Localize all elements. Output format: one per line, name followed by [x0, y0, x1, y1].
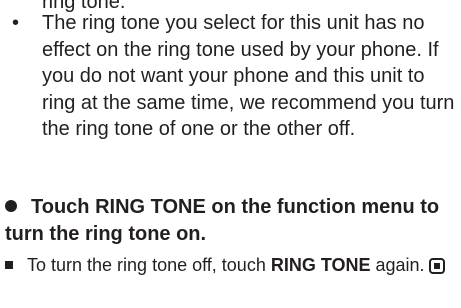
- sub-note: To turn the ring tone off, touch RING TO…: [5, 252, 457, 279]
- sub-note-suffix: again.: [370, 255, 425, 275]
- bullet-icon: •: [12, 12, 20, 34]
- step-heading: Touch RING TONE on the function menu to …: [5, 194, 457, 248]
- sub-note-prefix: To turn the ring tone off, touch: [27, 255, 271, 275]
- step-bullet-icon: [5, 200, 17, 212]
- end-of-section-icon: [428, 258, 445, 274]
- step-heading-text: Touch RING TONE on the function menu to …: [5, 196, 440, 245]
- sub-note-bold-label: RING TONE: [270, 255, 371, 275]
- manual-page: ring tone. • The ring tone you select fo…: [0, 0, 461, 308]
- instruction-step: Touch RING TONE on the function menu to …: [5, 194, 457, 248]
- note-text: The ring tone you select for this unit h…: [42, 12, 455, 140]
- square-bullet-icon: [5, 261, 13, 269]
- note-bullet-item: • The ring tone you select for this unit…: [12, 10, 457, 143]
